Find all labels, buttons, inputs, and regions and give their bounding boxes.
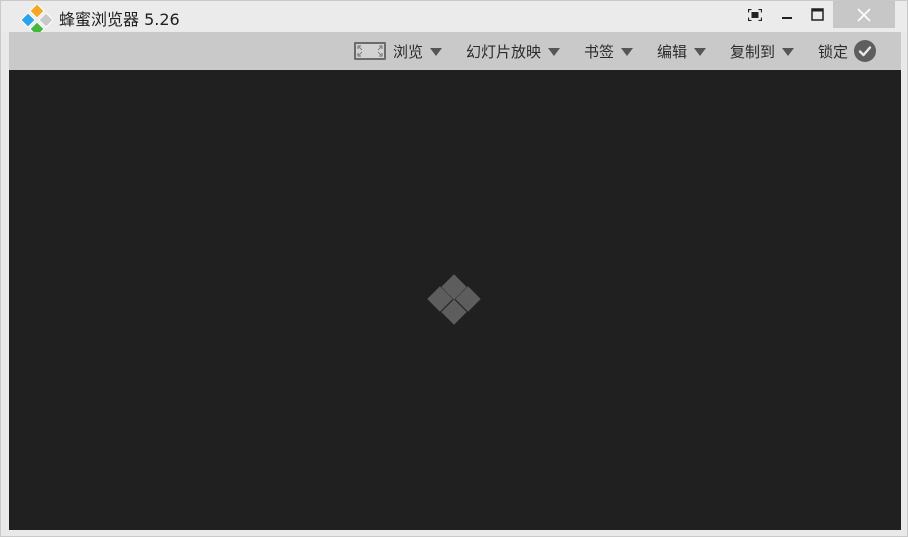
chevron-down-icon <box>548 47 561 56</box>
maximize-button[interactable] <box>803 1 831 28</box>
maximize-icon <box>810 8 824 21</box>
empty-image-placeholder-icon <box>427 274 481 325</box>
bookmark-menu-label: 书签 <box>584 42 615 61</box>
copy-to-menu[interactable]: 复制到 <box>730 32 795 70</box>
copy-to-menu-label: 复制到 <box>730 42 776 61</box>
browse-frame-icon <box>354 42 386 60</box>
title-bar[interactable]: 蜂蜜浏览器 5.26 <box>1 1 907 37</box>
close-button[interactable] <box>833 1 895 28</box>
close-icon <box>857 7 871 22</box>
browse-menu[interactable]: 浏览 <box>354 32 443 70</box>
chevron-down-icon <box>694 47 707 56</box>
lock-button[interactable]: 锁定 <box>818 32 877 70</box>
chevron-down-icon <box>782 47 795 56</box>
chevron-down-icon <box>621 47 634 56</box>
fullscreen-icon <box>748 8 762 21</box>
slideshow-menu[interactable]: 幻灯片放映 <box>466 32 561 70</box>
minimize-icon <box>782 16 792 19</box>
browse-menu-label: 浏览 <box>393 42 424 61</box>
minimize-button[interactable] <box>773 1 801 28</box>
app-window: 蜂蜜浏览器 5.26 浏览 幻灯片放映 书签 编辑 复制到 锁定 <box>0 0 908 537</box>
bookmark-menu[interactable]: 书签 <box>584 32 634 70</box>
lock-button-label: 锁定 <box>818 42 849 61</box>
image-viewer[interactable] <box>9 70 901 530</box>
toolbar: 浏览 幻灯片放映 书签 编辑 复制到 锁定 <box>9 32 901 70</box>
slideshow-menu-label: 幻灯片放映 <box>466 42 542 61</box>
edit-menu[interactable]: 编辑 <box>657 32 707 70</box>
check-circle-icon <box>854 40 877 62</box>
chevron-down-icon <box>430 47 443 56</box>
window-title: 蜂蜜浏览器 5.26 <box>59 10 180 29</box>
fullscreen-button[interactable] <box>741 1 769 28</box>
edit-menu-label: 编辑 <box>657 42 688 61</box>
